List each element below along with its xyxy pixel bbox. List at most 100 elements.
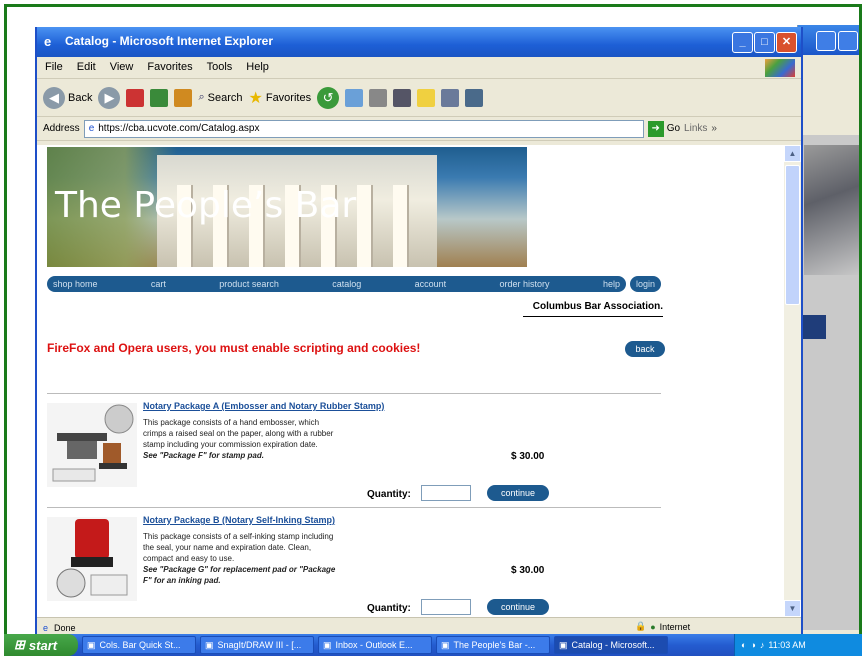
nav-account[interactable]: account (415, 279, 447, 289)
windows-logo-icon (765, 59, 795, 77)
minimize-button[interactable] (816, 31, 836, 51)
product-price: $ 30.00 (511, 565, 545, 576)
screenshot-frame: e Catalog - Microsoft Internet Explorer … (4, 4, 862, 656)
menu-edit[interactable]: Edit (77, 61, 96, 78)
menu-favorites[interactable]: Favorites (147, 61, 192, 78)
divider (47, 393, 661, 394)
address-bar: Address e https://cba.ucvote.com/Catalog… (37, 117, 801, 141)
background-image (804, 145, 859, 275)
nav-product-search[interactable]: product search (219, 279, 279, 289)
menu-bar: File Edit View Favorites Tools Help (37, 57, 801, 79)
browser-window: e Catalog - Microsoft Internet Explorer … (35, 27, 803, 639)
edit-icon[interactable] (393, 88, 412, 107)
taskbar-item[interactable]: ▣ Cols. Bar Quick St... (82, 636, 196, 654)
search-icon: ⌕ (198, 91, 205, 103)
status-text: Done (54, 622, 76, 633)
search-label: Search (207, 91, 243, 104)
site-nav: shop home cart product search catalog ac… (47, 275, 661, 293)
association-name: Columbus Bar Association. (523, 301, 663, 317)
app-icon: ▣ (323, 639, 332, 650)
continue-button[interactable]: continue (487, 599, 549, 615)
messenger-icon[interactable] (465, 88, 484, 107)
lock-icon: 🔒 (635, 621, 647, 631)
menu-tools[interactable]: Tools (207, 61, 233, 78)
nav-shop-home[interactable]: shop home (53, 279, 98, 289)
app-icon: ▣ (441, 639, 450, 650)
menu-view[interactable]: View (110, 61, 134, 78)
forward-arrow-icon: ▶ (98, 86, 121, 109)
minimize-button[interactable]: _ (732, 32, 753, 53)
history-icon[interactable]: ↺ (317, 86, 340, 109)
login-button[interactable]: login (629, 276, 661, 292)
scroll-down-icon[interactable]: ▼ (784, 600, 801, 617)
taskbar-item[interactable]: ▣ SnagIt/DRAW III - [... (200, 636, 314, 654)
print-icon[interactable] (369, 88, 388, 107)
close-button[interactable] (860, 31, 862, 51)
page-status-icon: e (43, 622, 49, 633)
app-icon: ▣ (205, 639, 214, 650)
product-title-link[interactable]: Notary Package B (Notary Self-Inking Sta… (143, 515, 335, 525)
menu-file[interactable]: File (45, 61, 63, 78)
volume-icon[interactable]: ♪ (760, 640, 765, 650)
embosser-image (47, 403, 137, 487)
product-title-link[interactable]: Notary Package A (Embosser and Notary Ru… (143, 401, 384, 411)
background-block (802, 315, 826, 339)
nav-pill: shop home cart product search catalog ac… (47, 276, 626, 292)
product-description: This package consists of a self-inking s… (143, 531, 343, 586)
product-price: $ 30.00 (511, 451, 545, 462)
back-page-button[interactable]: back (625, 341, 665, 357)
taskbar-item-label: Cols. Bar Quick St... (99, 640, 181, 650)
taskbar-item-label: SnagIt/DRAW III - [... (217, 640, 302, 650)
taskbar-item-active[interactable]: ▣ Catalog - Microsoft... (554, 636, 668, 654)
start-button[interactable]: ⊞ start (4, 634, 78, 656)
stop-icon[interactable] (126, 88, 145, 107)
address-label: Address (43, 123, 80, 134)
forward-button[interactable]: ▶ (98, 86, 121, 109)
nav-order-history[interactable]: order history (500, 279, 550, 289)
clock[interactable]: 11:03 AM (768, 640, 805, 650)
address-input[interactable]: e https://cba.ucvote.com/Catalog.aspx (83, 119, 644, 138)
taskbar-item[interactable]: ▣ Inbox - Outlook E... (318, 636, 432, 654)
chevron-icon[interactable]: » (711, 123, 717, 134)
scroll-up-icon[interactable]: ▲ (784, 145, 801, 162)
close-button[interactable]: ✕ (776, 32, 797, 53)
maximize-button[interactable] (838, 31, 858, 51)
taskbar-item-label: The People's Bar -... (453, 640, 536, 650)
tray-icon[interactable]: ◑ (750, 640, 755, 650)
mail-icon[interactable] (345, 88, 364, 107)
product-note: See "Package G" for replacement pad or "… (143, 565, 336, 585)
nav-help[interactable]: help (603, 279, 620, 289)
security-zone: 🔒 ● Internet (635, 621, 690, 632)
window-titlebar[interactable]: e Catalog - Microsoft Internet Explorer … (37, 27, 801, 57)
warning-message: FireFox and Opera users, you must enable… (47, 341, 421, 355)
background-window[interactable] (797, 25, 862, 635)
quantity-input[interactable] (421, 599, 471, 615)
globe-icon: ● (650, 621, 656, 632)
home-icon[interactable] (174, 88, 193, 107)
ie-icon: e (44, 34, 52, 49)
windows-flag-icon: ⊞ (14, 637, 25, 652)
go-button[interactable]: ➜ Go (647, 120, 680, 137)
product-desc-text: This package consists of a hand embosser… (143, 418, 334, 449)
maximize-button[interactable]: □ (754, 32, 775, 53)
favorites-button[interactable]: ★ Favorites (249, 88, 312, 108)
search-button[interactable]: ⌕ Search (198, 91, 242, 104)
nav-catalog[interactable]: catalog (332, 279, 361, 289)
links-label[interactable]: Links (684, 123, 707, 134)
vertical-scrollbar[interactable]: ▲ ▼ (784, 145, 801, 617)
research-icon[interactable] (441, 88, 460, 107)
tray-icon[interactable]: ◐ (741, 640, 746, 650)
scroll-thumb[interactable] (785, 165, 800, 305)
back-button[interactable]: ◀ Back (43, 86, 92, 109)
discuss-icon[interactable] (417, 88, 436, 107)
nav-cart[interactable]: cart (151, 279, 166, 289)
banner-title: The People’s Bar (55, 185, 357, 226)
product-desc-text: This package consists of a self-inking s… (143, 532, 334, 563)
taskbar-item[interactable]: ▣ The People's Bar -... (436, 636, 550, 654)
menu-help[interactable]: Help (246, 61, 269, 78)
product-item: Notary Package A (Embosser and Notary Ru… (47, 399, 661, 509)
refresh-icon[interactable] (150, 88, 169, 107)
quantity-input[interactable] (421, 485, 471, 501)
taskbar-item-label: Inbox - Outlook E... (335, 640, 413, 650)
continue-button[interactable]: continue (487, 485, 549, 501)
